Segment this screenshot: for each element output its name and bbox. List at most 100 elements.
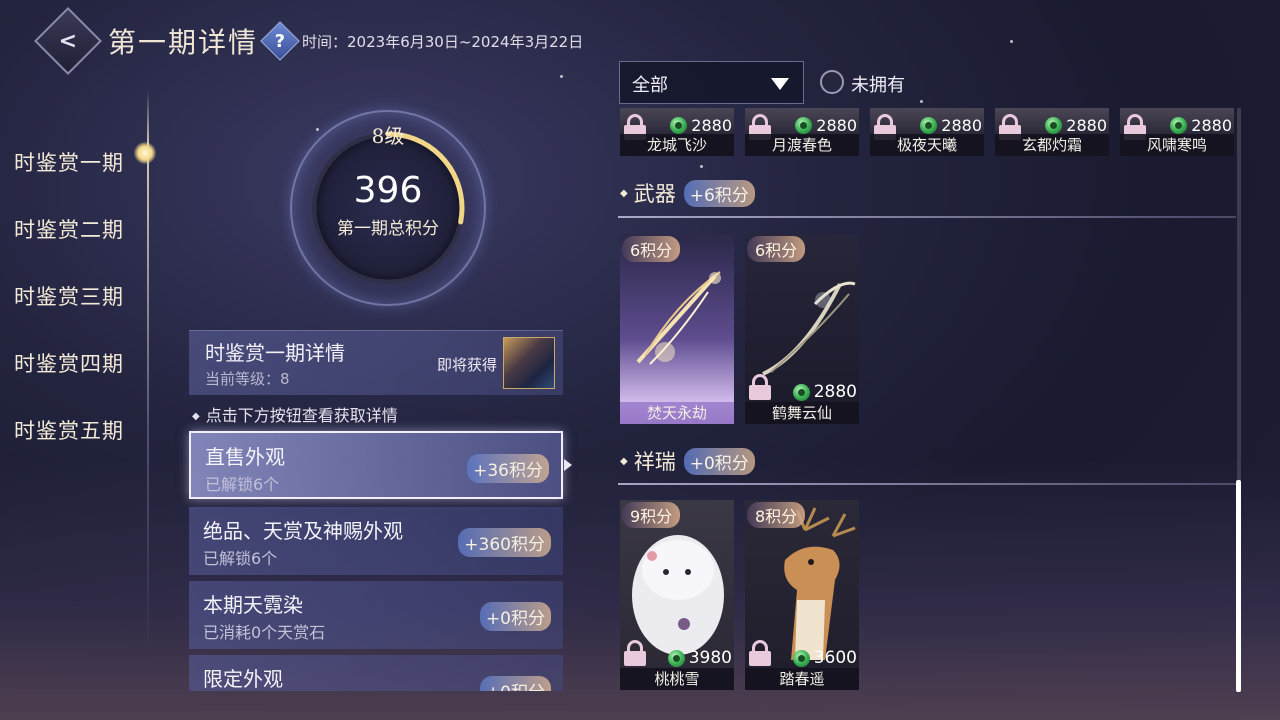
category-points: +360积分 xyxy=(458,528,551,557)
sidebar-item-period-4[interactable]: 时鉴赏四期 xyxy=(14,329,124,396)
item-price: 2880 xyxy=(813,382,857,402)
jade-currency-icon xyxy=(792,649,810,667)
page-title: 第一期详情 xyxy=(108,26,259,59)
section-divider xyxy=(618,216,1236,218)
category-premium[interactable]: 绝品、天赏及神赐外观 已解锁6个 +360积分 xyxy=(189,507,563,575)
category-limited[interactable]: 限定外观 +0积分 xyxy=(189,655,563,691)
section-title-mount: ◆ 祥瑞 +0积分 xyxy=(620,446,755,476)
level-label: 8级 xyxy=(371,124,405,148)
jade-currency-icon xyxy=(670,117,688,134)
category-points: +0积分 xyxy=(479,602,551,631)
item-price: 2880 xyxy=(816,116,857,135)
scrollbar-thumb[interactable] xyxy=(1236,480,1241,692)
jade-currency-icon xyxy=(920,117,938,134)
back-button[interactable]: < xyxy=(34,7,102,75)
item-card[interactable]: 8积分 3600 踏春遥 xyxy=(745,500,859,690)
filter-dropdown[interactable]: 全部 xyxy=(619,61,804,104)
item-card[interactable]: 6积分 2880 鹤舞云仙 xyxy=(745,234,859,424)
category-clip: 限定外观 +0积分 xyxy=(189,655,563,691)
level-ring: 8级 396 第一期总积分 xyxy=(290,110,486,306)
soon-reward-label: 即将获得 xyxy=(436,356,497,374)
section-title-weapon: ◆ 武器 +6积分 xyxy=(620,178,755,208)
item-name: 玄都灼霜 xyxy=(995,134,1109,156)
category-name: 限定外观 xyxy=(203,667,283,691)
category-dye[interactable]: 本期天霓染 已消耗0个天赏石 +0积分 xyxy=(189,581,563,649)
sidebar-item-period-2[interactable]: 时鉴赏二期 xyxy=(14,195,124,262)
item-price: 2880 xyxy=(1066,116,1107,135)
item-card[interactable]: 2880 风啸寒鸣 xyxy=(1120,108,1234,156)
sidebar-item-period-5[interactable]: 时鉴赏五期 xyxy=(14,396,124,463)
item-name: 极夜天曦 xyxy=(870,134,984,156)
section-name: 武器 xyxy=(633,182,676,206)
item-name: 风啸寒鸣 xyxy=(1120,134,1234,156)
item-card[interactable]: 2880 玄都灼霜 xyxy=(995,108,1109,156)
sidebar-item-label: 时鉴赏三期 xyxy=(14,284,124,309)
back-arrow-icon: < xyxy=(58,28,78,54)
sidebar-item-label: 时鉴赏四期 xyxy=(14,351,124,376)
lock-icon xyxy=(624,640,646,666)
category-sub: 已消耗0个天赏石 xyxy=(203,623,326,642)
category-points: +36积分 xyxy=(467,454,549,483)
item-card[interactable]: 2880 月渡春色 xyxy=(745,108,859,156)
category-sub: 已解锁6个 xyxy=(205,475,280,494)
star-decoration xyxy=(560,75,563,78)
item-price: 3600 xyxy=(813,648,857,668)
jade-currency-icon xyxy=(1045,117,1063,134)
diamond-icon: ◆ xyxy=(620,187,628,199)
section-points: +6积分 xyxy=(683,179,755,207)
section-divider xyxy=(618,483,1236,485)
chevron-down-icon xyxy=(771,78,789,90)
item-card[interactable]: 9积分 3980 桃桃雪 xyxy=(620,500,734,690)
sidebar-item-label: 时鉴赏二期 xyxy=(14,217,124,242)
item-name: 龙城飞沙 xyxy=(620,134,734,156)
sidebar-divider xyxy=(147,90,149,650)
jade-currency-icon xyxy=(667,649,685,667)
hint-text: 点击下方按钮查看获取详情 xyxy=(192,402,398,426)
lock-icon xyxy=(749,640,771,666)
item-price: 3980 xyxy=(688,648,732,668)
jade-currency-icon xyxy=(792,383,810,401)
points-badge: 6积分 xyxy=(747,236,806,262)
current-level: 当前等级：8 xyxy=(205,370,290,388)
points-badge: 6积分 xyxy=(622,236,681,262)
period-detail-button[interactable]: 时鉴赏一期详情 当前等级：8 即将获得 xyxy=(189,330,563,395)
item-card[interactable]: 2880 龙城飞沙 xyxy=(620,108,734,156)
time-range: 时间：2023年6月30日~2024年3月22日 xyxy=(302,32,584,51)
selected-arrow-icon xyxy=(564,459,572,471)
star-decoration xyxy=(920,100,923,103)
category-name: 绝品、天赏及神赐外观 xyxy=(203,519,403,543)
question-icon: ? xyxy=(274,30,286,52)
item-name: 焚天永劫 xyxy=(620,402,734,424)
sidebar-item-label: 时鉴赏五期 xyxy=(14,418,124,443)
weapon-art xyxy=(636,271,721,365)
item-price: 2880 xyxy=(941,116,982,135)
sidebar-item-period-3[interactable]: 时鉴赏三期 xyxy=(14,262,124,329)
category-direct-sale[interactable]: 直售外观 已解锁6个 +36积分 xyxy=(189,431,563,499)
sidebar: 时鉴赏一期 时鉴赏二期 时鉴赏三期 时鉴赏四期 时鉴赏五期 xyxy=(14,128,156,463)
section-name: 祥瑞 xyxy=(633,450,676,474)
item-card[interactable]: 6积分 焚天永劫 xyxy=(620,234,734,424)
header: < 第一期详情 ? 时间：2023年6月30日~2024年3月22日 xyxy=(34,7,584,75)
points-badge: 9积分 xyxy=(622,502,681,528)
item-name: 月渡春色 xyxy=(745,134,859,156)
item-price: 2880 xyxy=(691,116,732,135)
category-sub: 已解锁6个 xyxy=(203,549,278,568)
lock-icon xyxy=(749,374,771,400)
item-name: 桃桃雪 xyxy=(620,668,734,690)
points-badge: 8积分 xyxy=(747,502,806,528)
not-owned-checkbox[interactable] xyxy=(820,70,844,94)
reward-thumbnail[interactable] xyxy=(503,337,555,389)
help-button[interactable]: ? xyxy=(260,21,300,61)
jade-currency-icon xyxy=(1170,117,1188,134)
sidebar-item-period-1[interactable]: 时鉴赏一期 xyxy=(14,128,156,195)
not-owned-label: 未拥有 xyxy=(851,75,905,96)
category-name: 直售外观 xyxy=(205,445,285,469)
total-score-label: 第一期总积分 xyxy=(337,219,439,239)
item-scroll-area[interactable]: 2880 龙城飞沙 2880 月渡春色 2880 极夜天曦 2880 玄都灼霜 … xyxy=(618,108,1238,692)
section-points: +0积分 xyxy=(683,447,755,475)
item-card[interactable]: 2880 极夜天曦 xyxy=(870,108,984,156)
detail-title: 时鉴赏一期详情 xyxy=(205,341,345,365)
total-score: 396 xyxy=(353,170,423,211)
item-name: 鹤舞云仙 xyxy=(745,402,859,424)
item-price: 2880 xyxy=(1191,116,1232,135)
